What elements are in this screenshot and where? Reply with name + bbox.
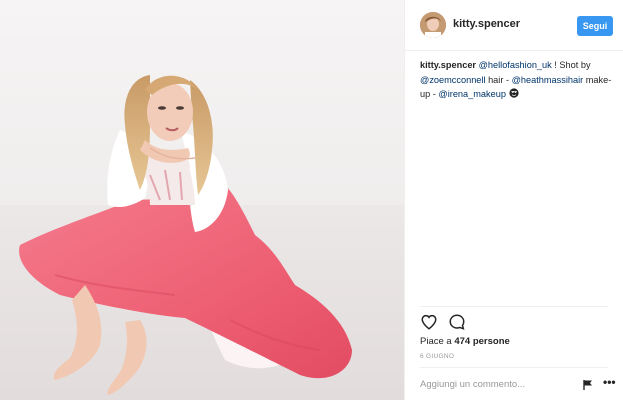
comment-icon[interactable] xyxy=(448,313,468,333)
flag-icon[interactable] xyxy=(582,378,594,390)
avatar-image xyxy=(420,12,446,38)
post-photo[interactable] xyxy=(0,0,404,400)
mention-link[interactable]: @zoemcconnell xyxy=(420,75,486,85)
heart-eyes-emoji-icon xyxy=(508,88,519,99)
mention-link[interactable]: @irena_makeup xyxy=(438,89,506,99)
more-options-icon[interactable]: ••• xyxy=(603,376,616,390)
caption-text: hair - xyxy=(485,74,512,85)
divider xyxy=(420,306,608,307)
likes-count[interactable]: Piace a 474 persone xyxy=(420,336,510,347)
add-comment-input[interactable]: Aggiungi un commento... xyxy=(420,379,570,390)
heart-icon[interactable] xyxy=(420,313,440,333)
follow-button[interactable]: Segui xyxy=(577,16,613,36)
likes-prefix: Piace a xyxy=(420,336,455,347)
post-sidebar: kitty.spencer Segui kitty.spencer @hello… xyxy=(404,0,623,400)
mention-link[interactable]: @hellofashion_uk xyxy=(479,60,552,70)
divider xyxy=(420,367,608,368)
avatar[interactable] xyxy=(420,12,446,38)
likes-number[interactable]: 474 persone xyxy=(454,336,509,347)
post-photo-illustration xyxy=(0,75,404,400)
post-caption: kitty.spencer @hellofashion_uk ! Shot by… xyxy=(420,58,612,102)
username-link[interactable]: kitty.spencer xyxy=(453,18,520,30)
mention-link[interactable]: @heathmassihair xyxy=(512,75,584,85)
post-date: 6 GIUGNO xyxy=(420,353,455,360)
post-header: kitty.spencer Segui xyxy=(405,0,623,51)
caption-text: ! Shot by xyxy=(551,60,591,70)
caption-username[interactable]: kitty.spencer xyxy=(420,60,476,70)
